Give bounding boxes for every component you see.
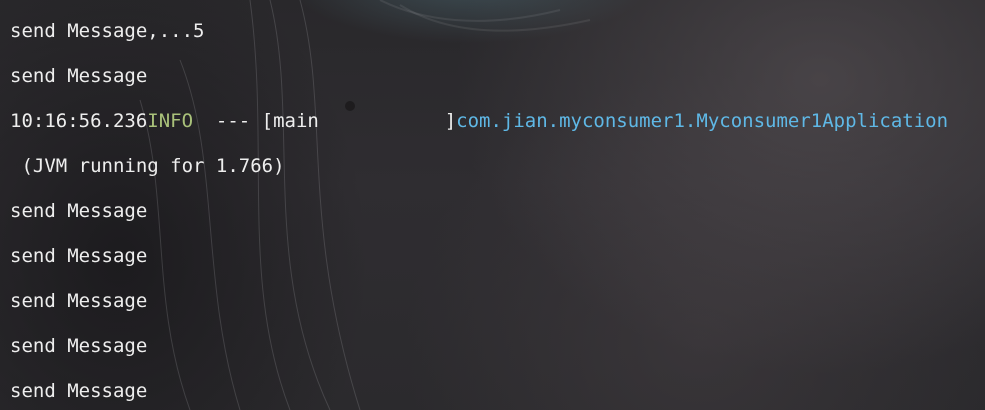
console-line-7: send Message — [10, 290, 148, 312]
log-level: INFO — [147, 110, 194, 132]
console-line-1: send Message,...5 — [10, 20, 205, 42]
console-line-2: send Message — [10, 65, 148, 87]
console-output: send Message,...5 send Message 10:16:56.… — [0, 0, 985, 410]
console-line-6: send Message — [10, 245, 148, 267]
console-log-line: 10:16:56.236INFO --- [main ]com.jian.myc… — [10, 110, 948, 132]
console-line-8: send Message — [10, 335, 148, 357]
console-line-9: send Message — [10, 380, 148, 402]
log-logger-name: com.jian.myconsumer1.Myconsumer1Applicat… — [456, 110, 949, 132]
log-thread: --- [main ] — [193, 110, 457, 132]
console-line-5: send Message — [10, 200, 148, 222]
log-timestamp: 10:16:56.236 — [10, 110, 148, 132]
console-line-4: (JVM running for 1.766) — [10, 155, 285, 177]
